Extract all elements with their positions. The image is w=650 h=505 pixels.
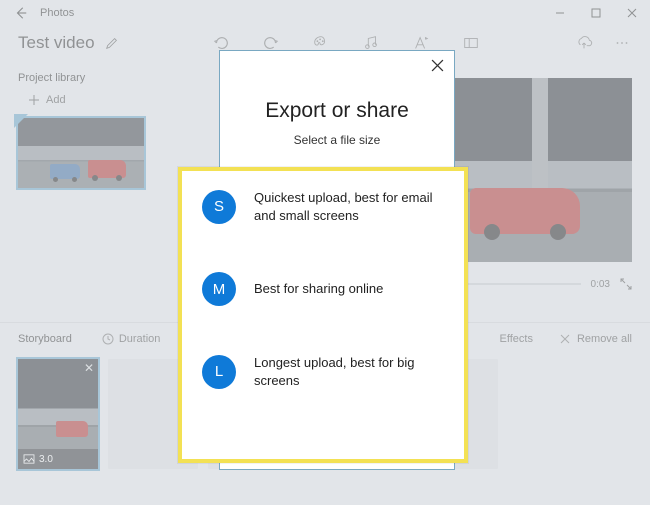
size-badge-m: M: [202, 272, 236, 306]
storyboard-title: Storyboard: [18, 333, 72, 345]
option-desc: Longest upload, best for big screens: [254, 354, 444, 389]
clip-footer: 3.0: [18, 449, 98, 469]
clip-remove-icon[interactable]: ✕: [84, 361, 94, 375]
thumb-car-red: [88, 160, 126, 178]
duration-label: Duration: [119, 333, 161, 345]
titlebar: Photos: [0, 0, 650, 26]
size-badge-l: L: [202, 355, 236, 389]
window-controls: [542, 0, 650, 26]
preview-car-red: [470, 188, 580, 234]
option-desc: Quickest upload, best for email and smal…: [254, 189, 444, 224]
preview-pillar: [532, 78, 548, 202]
option-desc: Best for sharing online: [254, 280, 383, 298]
app-name: Photos: [36, 7, 542, 19]
thumb-car-blue: [50, 164, 80, 179]
image-icon: [23, 454, 35, 464]
photos-app: Photos Test video Project library: [0, 0, 650, 505]
export-option-small[interactable]: S Quickest upload, best for email and sm…: [202, 189, 444, 224]
clip-duration: 3.0: [39, 454, 53, 465]
library-thumbnail[interactable]: [18, 118, 144, 188]
remove-all-button[interactable]: Remove all: [559, 333, 632, 345]
export-option-large[interactable]: L Longest upload, best for big screens: [202, 354, 444, 389]
maximize-button[interactable]: [578, 0, 614, 26]
export-option-medium[interactable]: M Best for sharing online: [202, 272, 444, 306]
close-window-button[interactable]: [614, 0, 650, 26]
size-badge-s: S: [202, 190, 236, 224]
plus-icon: [28, 94, 40, 106]
export-icon[interactable]: [574, 33, 594, 53]
rename-icon[interactable]: [105, 36, 119, 50]
back-button[interactable]: [6, 0, 36, 26]
remove-all-label: Remove all: [577, 333, 632, 345]
dialog-title: Export or share: [220, 99, 454, 123]
add-label: Add: [46, 94, 66, 106]
aspect-ratio-icon[interactable]: [461, 33, 481, 53]
dialog-close-button[interactable]: [431, 59, 444, 72]
dialog-subtitle: Select a file size: [220, 133, 454, 147]
fullscreen-icon[interactable]: [620, 278, 632, 290]
toolbar-right: [574, 33, 632, 53]
clip-car: [56, 421, 88, 437]
export-options-highlight: S Quickest upload, best for email and sm…: [178, 167, 468, 463]
more-icon[interactable]: [612, 33, 632, 53]
effects-label: Effects: [500, 333, 537, 345]
time-label: 0:03: [591, 279, 610, 290]
close-icon: [559, 333, 571, 345]
video-title: Test video: [18, 33, 95, 53]
minimize-button[interactable]: [542, 0, 578, 26]
storyboard-clip[interactable]: ✕ 3.0: [18, 359, 98, 469]
duration-button[interactable]: Duration: [102, 333, 161, 345]
clock-icon: [102, 333, 114, 345]
